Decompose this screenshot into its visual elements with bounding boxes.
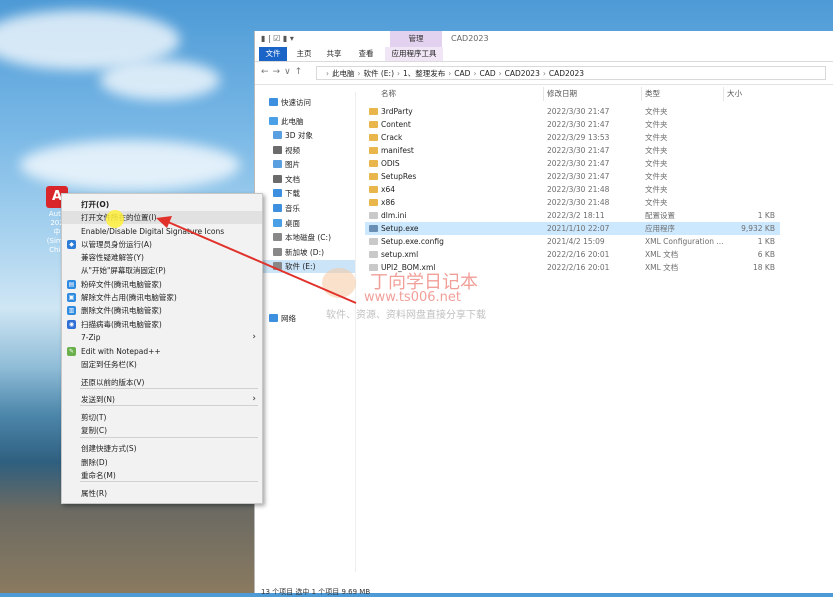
arrow-line [167,221,357,304]
annotation-arrow [156,216,357,304]
